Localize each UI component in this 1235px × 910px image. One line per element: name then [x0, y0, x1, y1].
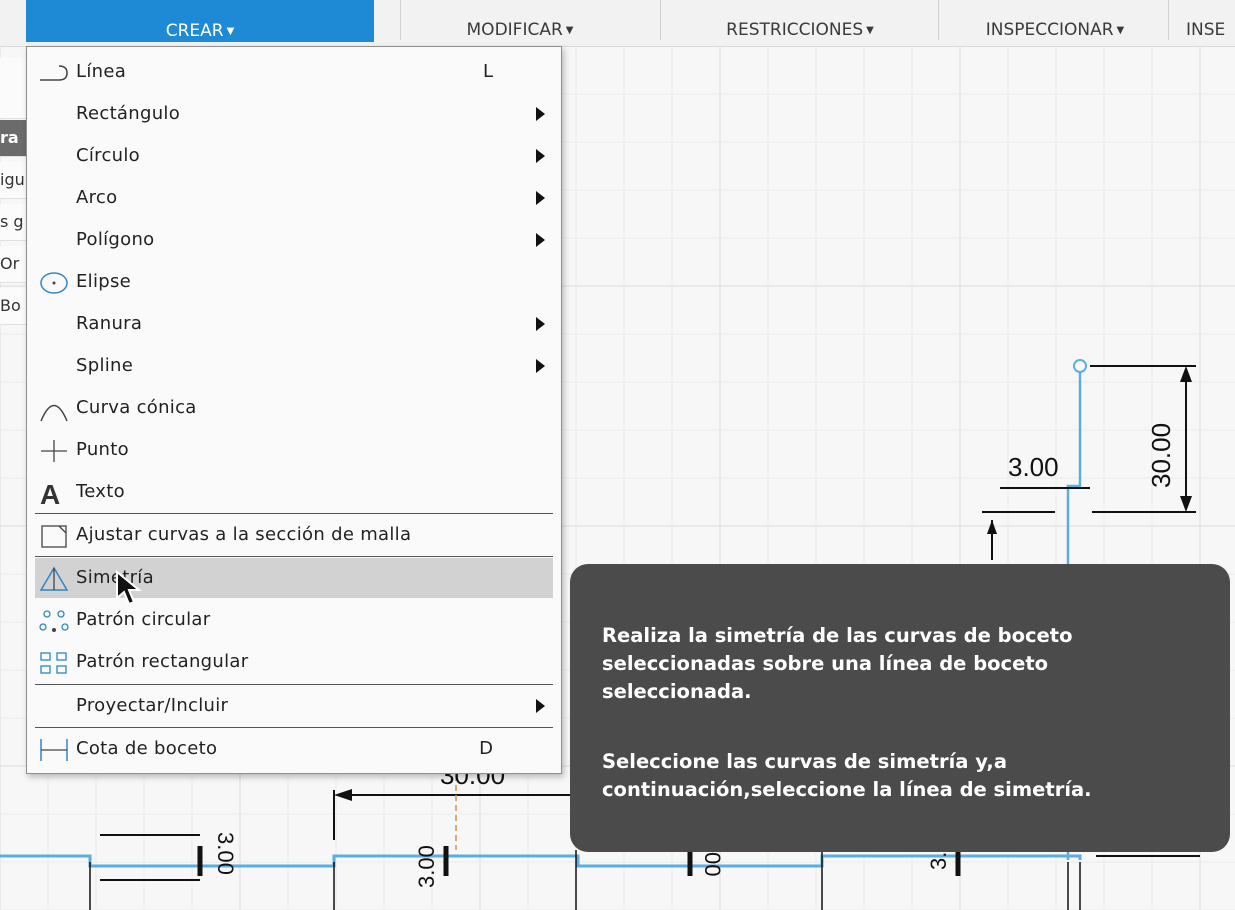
menu-item-poligono[interactable]: Polígono	[35, 220, 553, 260]
conic-curve-icon	[40, 404, 68, 422]
menu-item-circulo[interactable]: Círculo	[35, 136, 553, 176]
dimension-step-c: 00	[700, 852, 725, 876]
tab-crear[interactable]: CREAR ▼	[26, 0, 374, 42]
menu-item-rectangulo[interactable]: Rectángulo	[35, 94, 553, 134]
tooltip-instructions: Seleccione las curvas de simetría y,a co…	[602, 748, 1212, 804]
menu-separator	[35, 727, 553, 728]
menu-item-shortcut: D	[479, 738, 493, 759]
menu-item-simetria[interactable]: Simetría	[35, 558, 553, 598]
dimension-vertical-height: 30.00	[1146, 423, 1176, 488]
browser-item-label: ra	[0, 128, 19, 147]
menu-separator	[35, 684, 553, 685]
menu-item-ranura[interactable]: Ranura	[35, 304, 553, 344]
tab-insertar[interactable]: INSE	[1186, 0, 1235, 42]
mouse-cursor-icon	[116, 570, 142, 606]
menu-item-linea[interactable]: Línea L	[35, 52, 553, 92]
ellipse-icon	[40, 272, 68, 294]
menu-item-patron-circular[interactable]: Patrón circular	[35, 600, 553, 640]
menu-item-cota-de-boceto[interactable]: Cota de boceto D	[35, 729, 553, 769]
point-icon	[41, 440, 67, 462]
submenu-arrow-icon	[536, 359, 545, 373]
tab-inspeccionar[interactable]: INSPECCIONAR ▼	[950, 0, 1160, 42]
browser-item-label: Bo	[0, 296, 21, 315]
sketch-dimension-icon	[40, 739, 68, 761]
menu-item-shortcut: L	[482, 61, 493, 82]
menu-item-label: Polígono	[76, 229, 155, 250]
menu-item-spline[interactable]: Spline	[35, 346, 553, 386]
menu-item-ajustar-curvas[interactable]: Ajustar curvas a la sección de malla	[35, 515, 553, 555]
browser-item-label: igu	[0, 170, 25, 189]
toolbar-divider	[660, 0, 661, 40]
svg-text:A: A	[40, 480, 60, 506]
tab-restricciones-label: RESTRICCIONES	[726, 20, 864, 40]
menu-item-curva-conica[interactable]: Curva cónica	[35, 388, 553, 428]
tab-insertar-label: INSE	[1186, 20, 1226, 40]
browser-item-label: s g	[0, 212, 24, 231]
submenu-arrow-icon	[536, 107, 545, 121]
menu-item-texto[interactable]: A Texto	[35, 472, 553, 512]
menu-item-label: Círculo	[76, 145, 140, 166]
submenu-arrow-icon	[536, 699, 545, 713]
crear-dropdown-menu: Línea L Rectángulo Círculo Arco Polígono…	[26, 46, 562, 774]
menu-item-label: Patrón rectangular	[76, 651, 249, 672]
dimension-step-b: 3.00	[414, 845, 439, 888]
menu-item-label: Proyectar/Incluir	[76, 695, 229, 716]
menu-item-label: Cota de boceto	[76, 738, 218, 759]
menu-item-label: Ranura	[76, 313, 143, 334]
tab-inspeccionar-label: INSPECCIONAR	[985, 20, 1114, 40]
sketch-endpoint[interactable]	[1073, 359, 1087, 373]
toolbar-divider	[938, 0, 939, 40]
menu-item-label: Curva cónica	[76, 397, 197, 418]
toolbar-divider	[1168, 0, 1169, 40]
tooltip-description: Realiza la simetría de las curvas de boc…	[602, 622, 1212, 706]
mirror-icon	[39, 566, 69, 591]
menu-item-label: Spline	[76, 355, 134, 376]
tab-restricciones[interactable]: RESTRICCIONES ▼	[680, 0, 920, 42]
menu-separator	[35, 513, 553, 514]
menu-item-label: Elipse	[76, 271, 132, 292]
text-icon: A	[40, 480, 60, 506]
dropdown-caret-icon: ▼	[565, 25, 574, 36]
tab-modificar[interactable]: MODIFICAR ▼	[420, 0, 620, 42]
menu-separator	[35, 556, 553, 557]
dropdown-caret-icon: ▼	[226, 26, 235, 37]
menu-item-label: Línea	[76, 61, 127, 82]
menu-item-elipse[interactable]: Elipse	[35, 262, 553, 302]
tooltip-line: seleccionadas sobre una línea de boceto	[602, 652, 1049, 675]
dropdown-caret-icon: ▼	[1116, 25, 1125, 36]
circular-pattern-icon	[39, 610, 69, 632]
submenu-arrow-icon	[536, 233, 545, 247]
toolbar-divider	[400, 0, 401, 40]
dimension-step-a: 3.00	[213, 832, 238, 875]
tooltip-line: seleccionada.	[602, 680, 752, 703]
dropdown-caret-icon: ▼	[866, 25, 874, 36]
menu-item-label: Ajustar curvas a la sección de malla	[76, 524, 412, 545]
menu-item-label: Punto	[76, 439, 129, 460]
menu-item-label: Texto	[76, 481, 125, 502]
menu-item-arco[interactable]: Arco	[35, 178, 553, 218]
mesh-section-icon	[41, 525, 67, 548]
toolbar: CREAR ▼ MODIFICAR ▼ RESTRICCIONES ▼ INSPECC…	[0, 0, 1235, 47]
browser-item-label: Or	[0, 254, 20, 273]
menu-item-punto[interactable]: Punto	[35, 430, 553, 470]
submenu-arrow-icon	[536, 149, 545, 163]
submenu-arrow-icon	[536, 191, 545, 205]
submenu-arrow-icon	[536, 317, 545, 331]
tooltip-line: continuación,seleccione la línea de sime…	[602, 778, 1092, 801]
command-tooltip: Realiza la simetría de las curvas de boc…	[570, 564, 1230, 852]
tooltip-line: Realiza la simetría de las curvas de boc…	[602, 624, 1073, 647]
tab-modificar-label: MODIFICAR	[466, 20, 563, 40]
menu-item-label: Arco	[76, 187, 118, 208]
rectangular-pattern-icon	[40, 652, 67, 674]
tooltip-line: Seleccione las curvas de simetría y,a	[602, 750, 1007, 773]
menu-item-proyectar-incluir[interactable]: Proyectar/Incluir	[35, 686, 553, 726]
menu-item-patron-rectangular[interactable]: Patrón rectangular	[35, 642, 553, 682]
sketch-profile-bottom[interactable]	[0, 854, 1082, 868]
tab-crear-label: CREAR	[165, 21, 224, 41]
dimension-horizontal-small: 3.00	[1008, 452, 1059, 482]
line-icon	[40, 65, 68, 81]
menu-item-label: Rectángulo	[76, 103, 181, 124]
